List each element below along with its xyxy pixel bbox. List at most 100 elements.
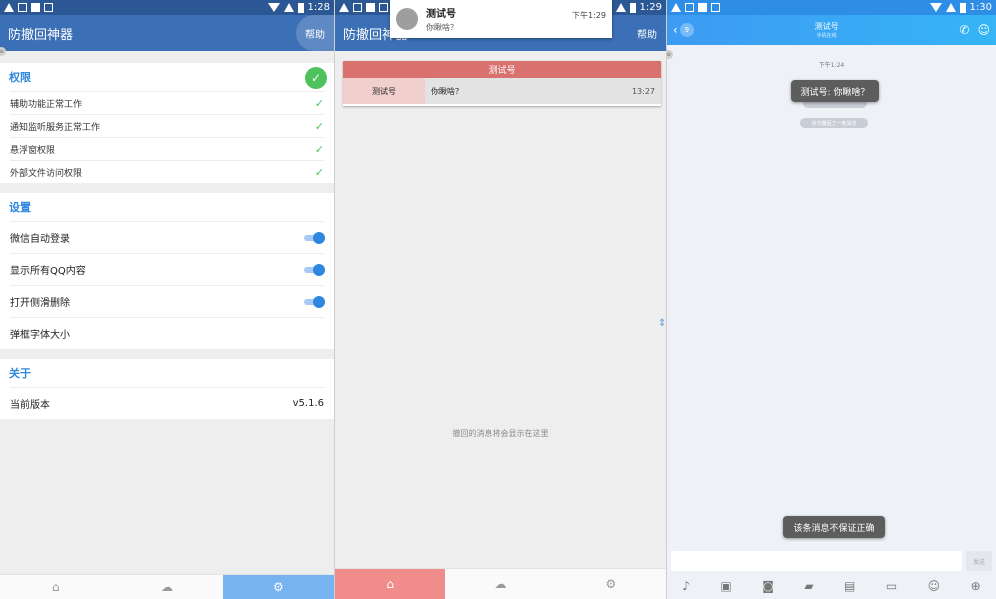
permission-label: 外部文件访问权限 <box>10 168 83 179</box>
warning-toast: 该条消息不保证正确 <box>783 516 885 538</box>
wifi-icon <box>267 3 280 12</box>
toggle-switch[interactable] <box>304 231 325 244</box>
picture-icon[interactable]: ▣ <box>720 579 731 593</box>
settings-card: 设置 微信自动登录 显示所有QQ内容 打开侧滑删除 弹框字体大小 <box>0 193 334 349</box>
nav-settings-tab[interactable]: ⚙ <box>556 569 666 599</box>
check-icon: ✓ <box>314 96 324 110</box>
app-title: 防撤回神器 <box>8 27 74 43</box>
plus-icon[interactable]: ⊕ <box>971 579 981 593</box>
setting-row-show-qq[interactable]: 显示所有QQ内容 <box>10 253 325 285</box>
input-row: 发送 <box>671 551 992 571</box>
sim-icon <box>698 3 707 12</box>
notification-body: 你瞅啥？ <box>426 23 458 32</box>
permission-row[interactable]: 外部文件访问权限 ✓ <box>10 160 324 183</box>
wifi-icon <box>929 3 942 12</box>
image-icon <box>685 3 694 12</box>
battery-icon <box>629 2 636 13</box>
setting-row-swipe-delete[interactable]: 打开侧滑删除 <box>10 285 325 317</box>
download-icon <box>44 3 53 12</box>
chat-timestamp: 下午1:24 <box>818 62 845 69</box>
send-button[interactable]: 发送 <box>966 551 992 571</box>
chevron-left-icon: ‹ <box>673 23 678 37</box>
gear-icon: ⚙ <box>272 580 284 594</box>
nav-qq-tab[interactable]: ⌂ <box>0 575 111 599</box>
signal-icon <box>283 3 294 12</box>
recall-toast: 测试号: 你瞅啥？ <box>791 80 879 102</box>
status-time: 1:30 <box>969 2 992 13</box>
emoji-icon[interactable]: ☺ <box>928 579 941 593</box>
setting-row-font-size[interactable]: 弹框字体大小 <box>10 317 324 349</box>
permissions-title: 权限 ✓ <box>0 63 334 91</box>
bottom-nav: ⌂ ☁ ⚙ <box>335 568 666 599</box>
version-label: 当前版本 <box>10 400 50 411</box>
contact-status: 手机在线 <box>816 33 837 39</box>
status-bar: 1:30 <box>667 0 996 15</box>
app-bar: 防撤回神器 帮助 <box>0 15 334 51</box>
recall-card[interactable]: 测试号 测试号 你瞅啥？ 13:27 <box>343 61 661 106</box>
version-row: 当前版本 v5.1.6 <box>10 387 324 419</box>
setting-row-wechat-login[interactable]: 微信自动登录 <box>10 221 325 253</box>
settings-title: 设置 <box>9 201 31 214</box>
panel-settings: 1:28 防撤回神器 帮助 ≡ 权限 ✓ 辅助功能正常工作 ✓ 通知监听服务正常… <box>0 0 334 599</box>
check-icon: ✓ <box>314 142 324 156</box>
setting-label: 微信自动登录 <box>10 234 70 245</box>
toggle-switch[interactable] <box>304 263 325 276</box>
help-button[interactable]: 帮助 <box>628 15 666 51</box>
unread-badge: 9 <box>679 23 694 37</box>
camera-icon[interactable]: ◙ <box>762 579 774 593</box>
penguin-icon: ⌂ <box>51 580 60 594</box>
gear-icon: ⚙ <box>605 577 617 591</box>
about-card: 关于 当前版本 v5.1.6 <box>0 359 334 419</box>
recall-notice-pill: 对方撤回了一条消息 <box>800 118 868 128</box>
version-value: v5.1.6 <box>292 398 324 409</box>
chat-toolbar: ♪ ▣ ◙ ▰ ▤ ▭ ☺ ⊕ <box>667 573 996 599</box>
penguin-icon: ⌂ <box>386 577 394 591</box>
permission-row[interactable]: 辅助功能正常工作 ✓ <box>10 91 324 114</box>
notification-popup[interactable]: 测试号 你瞅啥？ 下午1:29 <box>390 0 612 38</box>
drag-handle[interactable]: ≡ <box>667 50 673 59</box>
nav-wechat-tab[interactable]: ☁ <box>445 569 555 599</box>
back-button[interactable]: ‹ 9 <box>673 23 694 37</box>
warning-icon <box>339 3 349 12</box>
status-time: 1:29 <box>639 2 662 13</box>
microphone-icon[interactable]: ♪ <box>682 579 690 593</box>
notification-time: 下午1:29 <box>572 11 606 20</box>
permission-row[interactable]: 悬浮窗权限 ✓ <box>10 137 324 160</box>
help-button[interactable]: 帮助 <box>296 15 334 51</box>
panel-qq-recall: 1:29 防撤回神器 帮助 测试号 测试号 你瞅啥？ 13:27 撤回的消息将会… <box>334 0 666 599</box>
permission-label: 辅助功能正常工作 <box>10 99 83 110</box>
message-input[interactable] <box>671 551 962 571</box>
image-icon <box>353 3 362 12</box>
nav-wechat-tab[interactable]: ☁ <box>111 575 222 599</box>
setting-label: 弹框字体大小 <box>10 330 70 341</box>
permissions-card: 权限 ✓ 辅助功能正常工作 ✓ 通知监听服务正常工作 ✓ 悬浮窗权限 ✓ 外部文… <box>0 63 334 183</box>
phone-icon[interactable]: ✆ <box>959 23 969 37</box>
signal-icon <box>945 3 956 12</box>
check-icon: ✓ <box>314 165 324 179</box>
bottom-nav: ⌂ ☁ ⚙ <box>0 574 334 599</box>
recall-message-row[interactable]: 测试号 你瞅啥？ 13:27 <box>343 78 661 104</box>
battery-icon <box>959 2 966 13</box>
gif-icon[interactable]: ▭ <box>886 579 897 593</box>
nav-qq-tab[interactable]: ⌂ <box>335 569 446 599</box>
toggle-switch[interactable] <box>304 295 325 308</box>
download-icon <box>711 3 720 12</box>
warning-icon <box>4 3 14 12</box>
nav-settings-tab[interactable]: ⚙ <box>222 575 334 599</box>
drag-handle[interactable]: ≡ <box>0 47 6 56</box>
status-bar: 1:28 <box>0 0 334 15</box>
battery-icon <box>297 2 304 13</box>
setting-label: 打开侧滑删除 <box>10 298 70 309</box>
all-ok-check-icon: ✓ <box>305 67 327 89</box>
red-packet-icon[interactable]: ▰ <box>804 579 813 593</box>
about-title: 关于 <box>9 367 31 380</box>
check-icon: ✓ <box>314 119 324 133</box>
sim-icon <box>366 3 375 12</box>
signal-icon <box>615 3 626 12</box>
notification-title: 测试号 <box>426 9 456 20</box>
warning-icon <box>671 3 681 12</box>
profile-icon[interactable]: ☺ <box>977 23 990 37</box>
avatar <box>396 8 418 30</box>
permission-row[interactable]: 通知监听服务正常工作 ✓ <box>10 114 324 137</box>
file-icon[interactable]: ▤ <box>844 579 855 593</box>
